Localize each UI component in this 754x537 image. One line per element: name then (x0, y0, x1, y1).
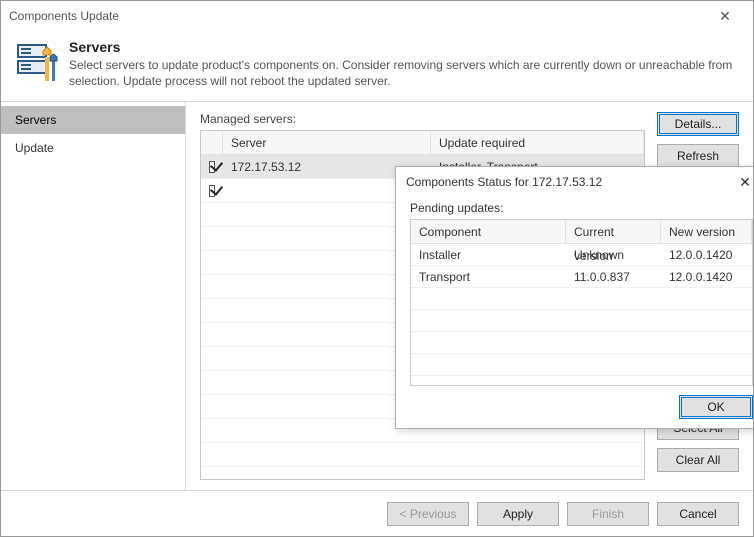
col-new[interactable]: New version (661, 220, 752, 243)
header-text: Servers Select servers to update product… (69, 39, 737, 89)
cell-current: Unknown (566, 244, 661, 265)
empty-row (411, 332, 752, 354)
sidebar-item-update[interactable]: Update (1, 134, 185, 162)
cell-new: 12.0.0.1420 (661, 244, 752, 265)
managed-label: Managed servers: (200, 112, 645, 126)
previous-button: < Previous (387, 502, 469, 526)
cancel-button[interactable]: Cancel (657, 502, 739, 526)
ok-button[interactable]: OK (679, 395, 753, 419)
updates-grid: Component Current version New version In… (410, 219, 753, 386)
col-current[interactable]: Current version (566, 220, 661, 243)
empty-row (201, 443, 644, 467)
dialog-title: Components Status for 172.17.53.12 (406, 175, 733, 189)
col-component[interactable]: Component (411, 220, 566, 243)
pending-label: Pending updates: (410, 201, 753, 215)
finish-button: Finish (567, 502, 649, 526)
body: Servers Update Managed servers: Server U… (1, 102, 753, 490)
server-icon (17, 41, 59, 83)
grid-header: Server Update required (201, 131, 644, 155)
header-title: Servers (69, 39, 737, 55)
sidebar: Servers Update (1, 102, 186, 490)
main: Managed servers: Server Update required … (186, 102, 753, 490)
close-icon[interactable]: ✕ (733, 174, 753, 191)
footer: < Previous Apply Finish Cancel (1, 490, 753, 536)
close-icon[interactable]: ✕ (705, 8, 745, 25)
row-checkbox[interactable] (201, 185, 223, 197)
dialog-body: Pending updates: Component Current versi… (396, 197, 753, 386)
checkbox-icon (209, 185, 215, 197)
titlebar: Components Update ✕ (1, 1, 753, 31)
empty-row (411, 354, 752, 376)
window-title: Components Update (9, 9, 705, 23)
header-subtitle: Select servers to update product's compo… (69, 57, 737, 89)
sidebar-item-servers[interactable]: Servers (1, 106, 185, 134)
sidebar-item-label: Servers (15, 113, 56, 127)
dialog-titlebar: Components Status for 172.17.53.12 ✕ (396, 167, 753, 197)
header: Servers Select servers to update product… (1, 31, 753, 102)
col-checkbox (201, 131, 223, 154)
sidebar-item-label: Update (15, 141, 54, 155)
empty-row (201, 467, 644, 480)
table-row[interactable]: Transport 11.0.0.837 12.0.0.1420 (411, 266, 752, 288)
cell-new: 12.0.0.1420 (661, 266, 752, 287)
refresh-button[interactable]: Refresh (657, 144, 739, 168)
table-row[interactable]: Installer Unknown 12.0.0.1420 (411, 244, 752, 266)
row-checkbox[interactable] (201, 161, 223, 173)
dialog-footer: OK (396, 386, 753, 428)
details-button[interactable]: Details... (657, 112, 739, 136)
window: Components Update ✕ Servers Select serve… (0, 0, 754, 537)
col-server[interactable]: Server (223, 131, 431, 154)
cell-current: 11.0.0.837 (566, 266, 661, 287)
cell-component: Installer (411, 244, 566, 265)
status-dialog: Components Status for 172.17.53.12 ✕ Pen… (395, 166, 753, 429)
cell-component: Transport (411, 266, 566, 287)
apply-button[interactable]: Apply (477, 502, 559, 526)
grid-header: Component Current version New version (411, 220, 752, 244)
empty-row (411, 288, 752, 310)
col-update[interactable]: Update required (431, 131, 644, 154)
checkbox-icon (209, 161, 215, 173)
clear-all-button[interactable]: Clear All (657, 448, 739, 472)
empty-row (411, 310, 752, 332)
